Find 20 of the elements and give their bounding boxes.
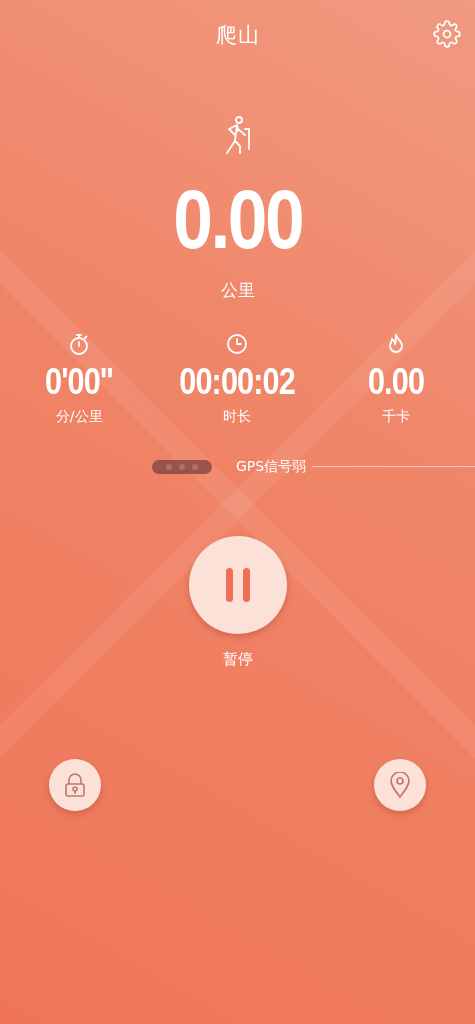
pause-label: 暂停	[222, 649, 253, 669]
clock-icon	[225, 332, 250, 356]
location-pin-icon	[390, 771, 410, 798]
settings-icon[interactable]	[433, 20, 461, 48]
gps-signal-icon	[152, 459, 212, 474]
lock-icon	[64, 772, 86, 797]
pause-button[interactable]	[188, 535, 287, 634]
pause-icon	[223, 567, 252, 602]
lock-button[interactable]	[49, 758, 101, 811]
stat-label: 时长	[223, 407, 252, 426]
stat-value: 0.00	[367, 362, 424, 402]
stat-value: 00:00:02	[179, 362, 296, 402]
gps-status: GPS信号弱	[236, 457, 307, 476]
page-title: 爬山	[215, 22, 260, 49]
location-button[interactable]	[374, 758, 426, 811]
stat-label: 分/公里	[55, 407, 103, 426]
distance-value: 0.00	[173, 177, 302, 261]
stat-label: 千卡	[381, 407, 410, 426]
stat-value: 0'00''	[45, 362, 114, 402]
distance-unit: 公里	[220, 279, 255, 302]
